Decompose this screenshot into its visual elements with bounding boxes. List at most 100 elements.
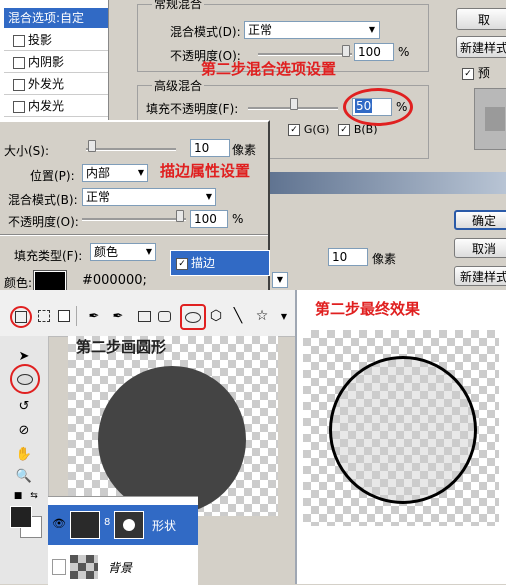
stroke-size-slider-thumb[interactable] [88, 140, 96, 152]
styles-item-drop-shadow[interactable]: 投影 [4, 30, 108, 51]
size-input[interactable]: 10 [328, 248, 368, 266]
layer-name: 背景 [108, 561, 133, 575]
stroke-position-select[interactable]: 内部 ▼ [82, 164, 148, 182]
select-arrow-box[interactable]: ▼ [272, 272, 288, 288]
cancel-button[interactable]: 取消 [454, 238, 506, 258]
styles-item-label: 内发光 [28, 99, 65, 113]
percent-sign: % [398, 45, 410, 59]
opacity-value: 100 [358, 45, 381, 59]
highlight-ellipse [343, 88, 413, 126]
annotation-step2-blend: 第二步混合选项设置 [201, 60, 337, 78]
ellipse-tool-icon[interactable] [10, 364, 40, 394]
stroke-opacity-slider-thumb[interactable] [176, 210, 184, 222]
path-mode-icon[interactable] [34, 306, 54, 326]
styles-item-outer-glow[interactable]: 外发光 [4, 74, 108, 95]
stroked-circle [329, 356, 477, 504]
size-unit: 像素 [372, 252, 397, 266]
blend-mode-value: 正常 [248, 23, 273, 37]
fill-pixels-mode-icon[interactable] [54, 306, 74, 326]
filled-circle [98, 366, 246, 514]
link-icon: 8 [104, 517, 111, 528]
preview-thumbnail [474, 88, 506, 150]
preview-checkbox[interactable]: ✓ [462, 67, 474, 80]
path-selection-icon[interactable]: ➤ [14, 346, 34, 366]
chevron-down-icon: ▼ [137, 168, 144, 177]
channel-g-checkbox[interactable]: ✓ [288, 123, 300, 136]
opacity-slider[interactable] [258, 53, 352, 56]
tool-options-bar: ✒ ✒ ⬡ ╲ ☆ ▼ [0, 290, 295, 337]
stroke-size-slider[interactable] [86, 148, 176, 151]
canvas-area[interactable] [68, 336, 278, 516]
fill-type-value: 颜色 [94, 245, 119, 259]
hand-icon[interactable]: ✋ [14, 444, 34, 464]
lasso-tool-icon[interactable]: ⊘ [14, 420, 34, 440]
rounded-rectangle-icon[interactable] [154, 306, 174, 326]
styles-item-inner-shadow[interactable]: 内阴影 [4, 52, 108, 73]
result-canvas [303, 330, 499, 526]
stroke-opacity-value: 100 [194, 212, 217, 226]
layers-panel: 👁 8 形状 背景 [48, 496, 198, 585]
stroke-blend-mode-value: 正常 [86, 190, 111, 204]
rectangle-shape-icon[interactable] [134, 306, 154, 326]
drop-shadow-checkbox[interactable] [13, 34, 25, 47]
vector-mask-thumbnail[interactable] [114, 511, 144, 539]
pen-tool-icon[interactable]: ✒ [84, 306, 104, 326]
ok-button[interactable]: 确定 [454, 210, 506, 230]
stroke-blend-mode-label: 混合模式(B): [8, 193, 78, 207]
stroke-opacity-slider[interactable] [82, 218, 186, 221]
styles-item-inner-glow[interactable]: 内发光 [4, 96, 108, 117]
opacity-input[interactable]: 100 [354, 43, 394, 61]
swap-colors-icon[interactable]: ⇆ [24, 486, 44, 506]
stroke-opacity-input[interactable]: 100 [190, 210, 228, 228]
opacity-slider-thumb[interactable] [342, 45, 350, 57]
foreground-color-swatch[interactable] [10, 506, 32, 528]
new-style-button[interactable]: 新建样式 [454, 266, 506, 286]
custom-shape-icon[interactable]: ☆ [252, 306, 272, 326]
new-style-button[interactable]: 新建样式 [456, 36, 506, 58]
stroke-position-value: 内部 [86, 166, 111, 180]
fill-type-select[interactable]: 颜色 ▼ [90, 243, 156, 261]
channel-g[interactable]: ✓ G(G) [288, 122, 329, 136]
options-divider [76, 306, 77, 326]
layer-thumbnail [70, 511, 100, 539]
stroke-size-input[interactable]: 10 [190, 139, 230, 157]
preview-option[interactable]: ✓ 预 [462, 64, 490, 81]
new-style-button-label: 新建样式 [459, 40, 506, 55]
preview-label: 预 [477, 66, 490, 80]
chevron-down-icon[interactable]: ▼ [274, 306, 294, 326]
chevron-down-icon: ▼ [368, 25, 375, 34]
stroke-item-label: 描边 [191, 256, 216, 270]
layer-thumbnail [70, 555, 98, 579]
inner-shadow-checkbox[interactable] [13, 56, 25, 69]
hand-tool-icon[interactable]: ↺ [14, 396, 34, 416]
outer-glow-checkbox[interactable] [13, 78, 25, 91]
layer-name: 形状 [152, 519, 177, 533]
line-shape-icon[interactable]: ╲ [228, 306, 248, 326]
cancel-button[interactable]: 取 [456, 8, 506, 30]
freeform-pen-icon[interactable]: ✒ [108, 306, 128, 326]
stroke-color-swatch[interactable] [33, 270, 67, 292]
channel-b-checkbox[interactable]: ✓ [338, 123, 350, 136]
stroke-blend-mode-select[interactable]: 正常 ▼ [82, 188, 216, 206]
layer-row-shape[interactable]: 👁 8 形状 [48, 505, 198, 545]
visibility-toggle[interactable] [52, 559, 66, 575]
blend-mode-select[interactable]: 正常 ▼ [244, 21, 380, 39]
stroke-checkbox[interactable]: ✓ [176, 257, 188, 270]
layer-row-background[interactable]: 背景 [48, 551, 198, 585]
styles-item-blending-options[interactable]: 混合选项:自定 [4, 8, 108, 28]
annotation-step2-draw: 第二步画圆形 [76, 338, 167, 356]
styles-item-stroke[interactable]: ✓ 描边 [170, 250, 270, 276]
zoom-icon[interactable]: 🔍 [14, 466, 34, 486]
fill-opacity-slider-thumb[interactable] [290, 98, 298, 110]
final-effect-panel: 第二步最终效果 [295, 290, 506, 584]
stroke-color-label: 颜色: [4, 276, 33, 290]
chevron-down-icon: ▼ [205, 192, 212, 201]
inner-glow-checkbox[interactable] [13, 100, 25, 113]
shape-layer-mode-icon[interactable] [10, 306, 32, 328]
ellipse-shape-icon[interactable] [180, 304, 206, 330]
group-title: 常规混合 [152, 0, 205, 12]
eye-icon[interactable]: 👁 [52, 517, 66, 530]
polygon-shape-icon[interactable]: ⬡ [206, 306, 226, 326]
size-value: 10 [332, 250, 348, 264]
ok-button-label: 确定 [471, 213, 496, 228]
